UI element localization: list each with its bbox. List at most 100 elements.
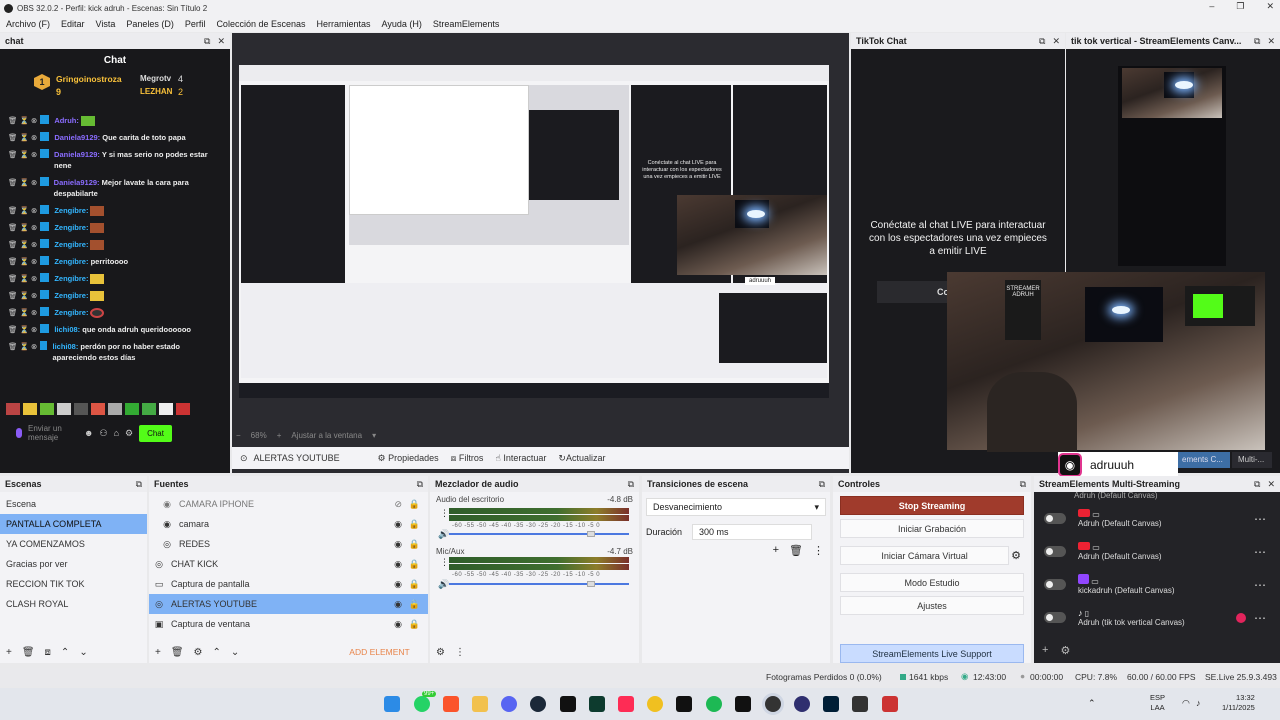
menu-dots-icon[interactable]: ⋮ (440, 508, 449, 519)
add-icon[interactable]: + (155, 647, 161, 658)
chevron-up-icon[interactable]: ⌃ (213, 647, 221, 658)
trash-icon[interactable]: 🗑 (789, 544, 803, 557)
clock[interactable]: 13:32 1/11/2025 (1222, 693, 1255, 713)
emote[interactable] (74, 403, 88, 415)
menu-archivo[interactable]: Archivo (F) (6, 19, 50, 29)
menu-herramientas[interactable]: Herramientas (317, 19, 371, 29)
trash-icon[interactable]: 🗑 (22, 647, 35, 658)
more-options-icon[interactable]: ⋯ (1254, 578, 1266, 592)
chat-username[interactable]: Zengibre: (54, 257, 88, 266)
scene-item[interactable]: YA COMENZAMOS (0, 534, 147, 554)
source-item[interactable]: ◉ camara ◉ 🔒 (149, 514, 428, 534)
start-recording-button[interactable]: Iniciar Grabación (840, 519, 1024, 538)
minimize-icon[interactable]: – (1209, 1, 1214, 12)
eye-icon[interactable]: ◉ (394, 519, 402, 530)
wifi-icon[interactable]: ◠ (1182, 698, 1190, 709)
add-icon[interactable]: + (773, 544, 779, 557)
toggle-switch[interactable] (1044, 513, 1066, 524)
volume-icon[interactable]: ♪ (1196, 698, 1201, 708)
chat-send-button[interactable]: Chat (139, 424, 172, 442)
live-support-button[interactable]: StreamElements Live Support (840, 644, 1024, 663)
brave-icon[interactable] (443, 696, 459, 712)
source-item-selected[interactable]: ◎ ALERTAS YOUTUBE ◉ 🔒 (149, 594, 428, 614)
eye-icon[interactable]: ◉ (394, 619, 402, 630)
steam-icon[interactable] (530, 696, 546, 712)
menu-coleccion[interactable]: Colección de Escenas (216, 19, 305, 29)
menu-streamelements[interactable]: StreamElements (433, 19, 500, 29)
chat-username[interactable]: Zengibre: (54, 308, 88, 317)
volume-slider[interactable] (449, 583, 629, 585)
close-icon[interactable]: ✕ (1052, 36, 1060, 47)
moderation-icons[interactable]: 🗑 ⏳ ⊗ (8, 341, 37, 352)
duration-input[interactable]: 300 ms (692, 524, 813, 540)
float-icon[interactable]: ⧉ (819, 479, 825, 490)
scene-item[interactable]: PANTALLA COMPLETA (0, 514, 147, 534)
more-options-icon[interactable]: ⋯ (1254, 611, 1266, 625)
studio-mode-button[interactable]: Modo Estudio (840, 573, 1024, 592)
chevron-down-icon[interactable]: ⌄ (79, 647, 87, 658)
more-options-icon[interactable]: ⋯ (1254, 545, 1266, 559)
folder-icon[interactable] (472, 696, 488, 712)
chat-username[interactable]: Zengibre: (54, 240, 88, 249)
virtual-camera-button[interactable]: Iniciar Cámara Virtual (840, 546, 1010, 565)
chevron-down-icon[interactable]: ⌄ (231, 647, 239, 658)
float-icon[interactable]: ⧉ (1020, 479, 1026, 490)
chat-input[interactable]: Enviar un mensaje (28, 424, 78, 442)
language-indicator[interactable]: ESP LAA (1150, 693, 1165, 713)
source-item[interactable]: ◎ REDES ◉ 🔒 (149, 534, 428, 554)
windows-start-icon[interactable] (384, 696, 400, 712)
scene-item[interactable]: Escena (0, 494, 147, 514)
lock-icon[interactable]: 🔒 (409, 519, 420, 530)
filter-icon[interactable]: ⧈ (45, 647, 51, 658)
emote[interactable] (6, 403, 20, 415)
chevron-up-icon[interactable]: ⌃ (61, 647, 69, 658)
toggle-switch[interactable] (1044, 579, 1066, 590)
moderation-icons[interactable]: 🗑 ⏳ ⊗ (8, 307, 37, 318)
top-user-3[interactable]: LEZHAN (140, 87, 172, 96)
chat-username[interactable]: Daniela9129: (54, 150, 100, 159)
volume-icon[interactable]: 🔊 (438, 529, 449, 540)
x-icon[interactable] (676, 696, 692, 712)
emote[interactable] (108, 403, 122, 415)
chat-username[interactable]: Zengibre: (54, 223, 88, 232)
volume-slider[interactable] (449, 533, 629, 535)
zoom-in-icon[interactable]: + (277, 431, 282, 440)
chevron-down-icon[interactable]: ▾ (372, 431, 376, 440)
chat-username[interactable]: lichi08: (52, 342, 78, 351)
gear-icon[interactable]: ⚙ (194, 647, 203, 658)
emote[interactable] (176, 403, 190, 415)
trash-icon[interactable]: 🗑 (171, 647, 184, 658)
emote[interactable] (125, 403, 139, 415)
scene-item[interactable]: CLASH ROYAL (0, 594, 147, 614)
discord-icon[interactable] (501, 696, 517, 712)
volume-knob[interactable] (587, 581, 595, 587)
preview-canvas[interactable]: Conéctate al chat LIVE para interactuar … (239, 65, 829, 398)
moderation-icons[interactable]: 🗑 ⏳ ⊗ (8, 290, 37, 301)
mic-icon[interactable] (16, 428, 22, 438)
float-icon[interactable]: ⧉ (136, 479, 142, 490)
menu-dots-icon[interactable]: ⋮ (813, 544, 824, 557)
tray-chevron-icon[interactable]: ⌃ (1088, 698, 1096, 709)
lock-icon[interactable]: 🔒 (409, 559, 420, 570)
moderation-icons[interactable]: 🗑 ⏳ ⊗ (8, 177, 37, 188)
moderation-icons[interactable]: 🗑 ⏳ ⊗ (8, 149, 37, 160)
source-item[interactable]: ▣ Captura de ventana ◉ 🔒 (149, 614, 428, 634)
float-icon[interactable]: ⧉ (1254, 36, 1260, 47)
eye-icon[interactable]: ◉ (394, 559, 402, 570)
chat-username[interactable]: Daniela9129: (54, 133, 100, 142)
emote[interactable] (142, 403, 156, 415)
add-icon[interactable]: + (6, 647, 12, 658)
toggle-switch[interactable] (1044, 612, 1066, 623)
filters-button[interactable]: ⧈ Filtros (451, 453, 484, 464)
more-options-icon[interactable]: ⋯ (1254, 512, 1266, 526)
gear-icon[interactable]: ⚙ (1060, 644, 1070, 657)
advanced-audio-icon[interactable]: ⚙ (436, 647, 445, 658)
chat-username[interactable]: Zengibre: (54, 206, 88, 215)
chat-username[interactable]: Daniela9129: (54, 178, 100, 187)
source-item[interactable]: ◎ CHAT KICK ◉ 🔒 (149, 554, 428, 574)
moderation-icons[interactable]: 🗑 ⏳ ⊗ (8, 273, 37, 284)
emote[interactable] (40, 403, 54, 415)
eye-icon[interactable]: ◉ (394, 579, 402, 590)
emote[interactable] (91, 403, 105, 415)
moderation-icons[interactable]: 🗑 ⏳ ⊗ (8, 222, 37, 233)
